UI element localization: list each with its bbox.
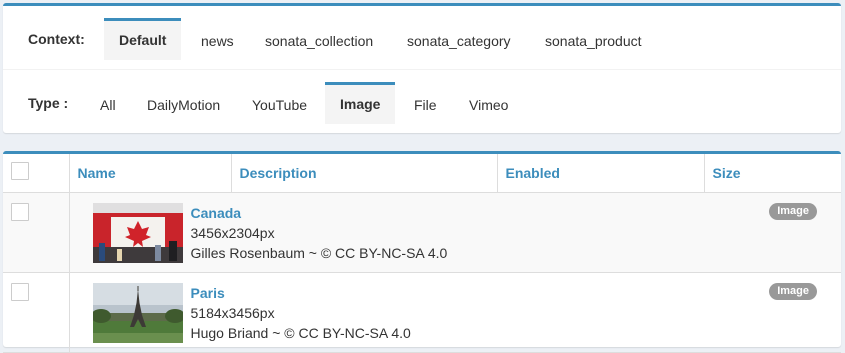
- type-label: Type :: [28, 95, 69, 111]
- column-header-description[interactable]: Description: [230, 154, 497, 193]
- tab-type-file[interactable]: File: [399, 84, 452, 126]
- row-checkbox[interactable]: [11, 202, 29, 221]
- media-name-link[interactable]: Paris: [191, 283, 411, 303]
- tab-context-sonata-product[interactable]: sonata_product: [530, 20, 657, 62]
- media-type-badge: Image: [769, 202, 817, 220]
- media-dimensions: 5184x3456px: [190, 304, 275, 321]
- media-author: Hugo Briand ~ © CC BY-NC-SA 4.0: [190, 324, 411, 341]
- column-header-name[interactable]: Name: [68, 154, 231, 193]
- media-author: Gilles Rosenbaum ~ © CC BY-NC-SA 4.0: [190, 244, 448, 261]
- context-label: Context:: [28, 31, 85, 47]
- tab-context-sonata-collection[interactable]: sonata_collection: [250, 20, 388, 62]
- tab-context-default[interactable]: Default: [104, 18, 182, 60]
- tab-context-sonata-category[interactable]: sonata_category: [392, 20, 526, 62]
- column-header-size[interactable]: Size: [703, 154, 841, 193]
- tab-type-vimeo[interactable]: Vimeo: [454, 84, 523, 126]
- canada-thumbnail-image[interactable]: [92, 202, 183, 263]
- filters-panel: Context: Default news sonata_collection …: [3, 3, 841, 133]
- table-row: Canada 3456x2304px Gilles Rosenbaum ~ © …: [3, 192, 841, 273]
- select-all-checkbox[interactable]: [11, 162, 29, 181]
- tab-type-image[interactable]: Image: [325, 82, 396, 124]
- media-cell: Canada 3456x2304px Gilles Rosenbaum ~ © …: [69, 192, 841, 273]
- tab-type-dailymotion[interactable]: DailyMotion: [132, 84, 235, 126]
- media-list-panel: Name Description Enabled Size Canada 345…: [3, 151, 841, 353]
- tab-context-news[interactable]: news: [186, 20, 249, 62]
- row-select-cell: [3, 272, 70, 353]
- context-tab-row: Context: Default news sonata_collection …: [3, 6, 841, 70]
- media-name-link[interactable]: Canada: [191, 203, 448, 223]
- tab-type-youtube[interactable]: YouTube: [237, 84, 322, 126]
- type-tab-row: Type : All DailyMotion YouTube Image Fil…: [3, 70, 841, 134]
- row-checkbox[interactable]: [11, 282, 29, 301]
- paris-thumbnail-image[interactable]: [92, 282, 183, 343]
- media-type-badge: Image: [769, 282, 817, 300]
- media-info: Paris 5184x3456px Hugo Briand ~ © CC BY-…: [191, 283, 411, 343]
- tab-type-all[interactable]: All: [85, 84, 131, 126]
- table-header-row: Name Description Enabled Size: [3, 154, 841, 193]
- media-cell: Paris 5184x3456px Hugo Briand ~ © CC BY-…: [69, 272, 841, 353]
- media-info: Canada 3456x2304px Gilles Rosenbaum ~ © …: [191, 203, 448, 263]
- column-header-enabled[interactable]: Enabled: [496, 154, 704, 193]
- media-dimensions: 3456x2304px: [190, 224, 275, 241]
- row-select-cell: [3, 192, 70, 273]
- media-table: Name Description Enabled Size Canada 345…: [3, 154, 841, 353]
- table-row: Paris 5184x3456px Hugo Briand ~ © CC BY-…: [3, 272, 841, 353]
- select-all-cell: [3, 154, 70, 193]
